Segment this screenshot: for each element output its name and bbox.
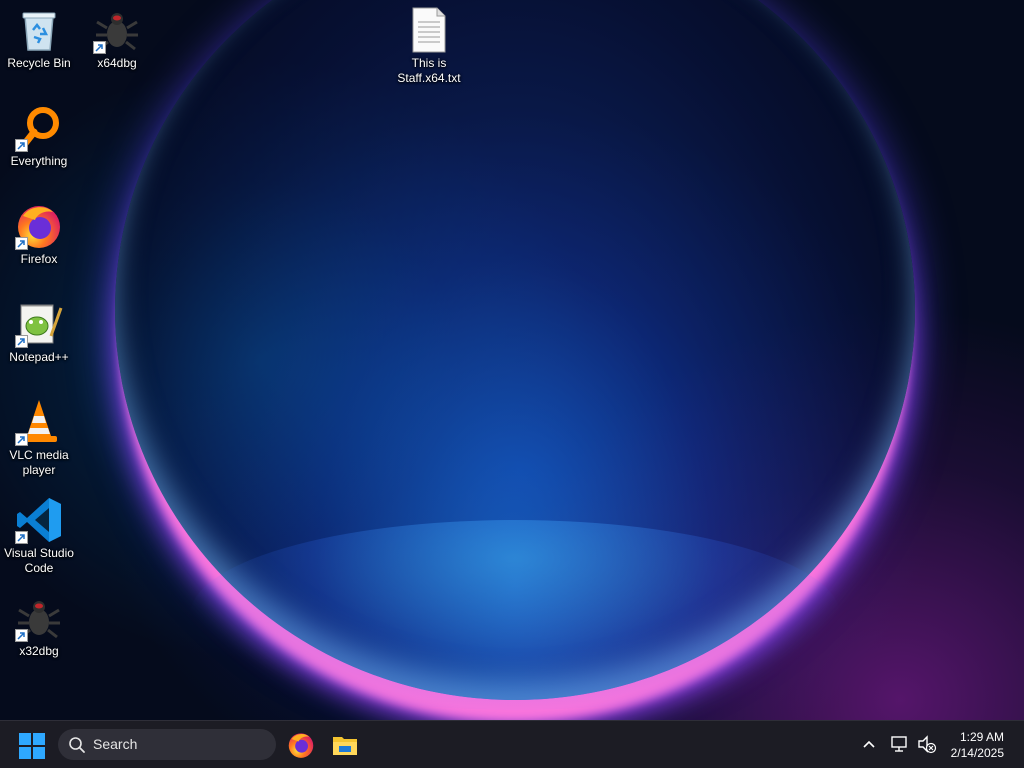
taskbar-firefox-button[interactable] [287, 731, 315, 759]
notepadpp-icon [15, 300, 63, 348]
bug-icon [15, 594, 63, 642]
volume-button[interactable] [916, 733, 938, 760]
desktop-icon-x32dbg[interactable]: x32dbg [0, 594, 78, 659]
icon-label: Visual Studio Code [4, 546, 74, 575]
desktop-icon-vlc[interactable]: VLC media player [0, 398, 78, 478]
icon-label: Recycle Bin [7, 56, 71, 70]
icon-label: This is Staff.x64.txt [397, 56, 461, 85]
network-icon [891, 736, 907, 752]
icon-label: Everything [10, 154, 68, 168]
network-status-button[interactable] [890, 733, 910, 760]
clock-time: 1:29 AM [959, 730, 1004, 744]
shortcut-arrow-icon [15, 237, 28, 250]
clock-date: 2/14/2025 [950, 746, 1004, 760]
firefox-icon [15, 202, 63, 250]
wallpaper-glow [190, 520, 840, 710]
shortcut-arrow-icon [15, 433, 28, 446]
desktop-icon-notepadpp[interactable]: Notepad++ [0, 300, 78, 365]
icon-label: x64dbg [97, 56, 137, 70]
taskbar-file-explorer-button[interactable] [331, 731, 359, 759]
desktop[interactable]: Recycle Bin x64dbg This is Staff.x64.txt… [0, 0, 1024, 720]
icon-label: x32dbg [19, 644, 59, 658]
icon-label: VLC media player [9, 448, 69, 477]
system-clock[interactable]: 1:29 AM 2/14/2025 [951, 729, 1004, 761]
firefox-icon [288, 733, 314, 758]
taskbar-search-box[interactable]: Search [58, 729, 276, 760]
desktop-icon-firefox[interactable]: Firefox [0, 202, 78, 267]
shortcut-arrow-icon [93, 41, 106, 54]
vlc-cone-icon [15, 398, 63, 446]
shortcut-arrow-icon [15, 629, 28, 642]
desktop-icon-x64dbg[interactable]: x64dbg [78, 6, 156, 71]
chevron-up-icon [863, 740, 875, 748]
vscode-icon [15, 496, 63, 544]
recycle-bin-icon [15, 6, 63, 54]
bug-icon [93, 6, 141, 54]
shortcut-arrow-icon [15, 335, 28, 348]
taskbar: Search 1:29 AM 2/14/2025 [0, 720, 1024, 768]
desktop-icon-recycle-bin[interactable]: Recycle Bin [0, 6, 78, 71]
folder-icon [333, 737, 357, 755]
search-icon [69, 737, 85, 753]
text-file-icon [405, 6, 453, 54]
shortcut-arrow-icon [15, 531, 28, 544]
speaker-muted-icon [918, 735, 937, 754]
shortcut-arrow-icon [15, 139, 28, 152]
windows-logo-icon [19, 733, 45, 759]
show-hidden-icons-button[interactable] [861, 733, 877, 760]
desktop-icon-text-file[interactable]: This is Staff.x64.txt [390, 6, 468, 86]
desktop-icon-everything[interactable]: Everything [0, 104, 78, 169]
search-placeholder: Search [93, 736, 138, 752]
desktop-icon-vscode[interactable]: Visual Studio Code [0, 496, 78, 576]
start-button[interactable] [19, 733, 45, 759]
icon-label: Notepad++ [9, 350, 69, 364]
magnifier-icon [15, 104, 63, 152]
icon-label: Firefox [20, 252, 58, 266]
